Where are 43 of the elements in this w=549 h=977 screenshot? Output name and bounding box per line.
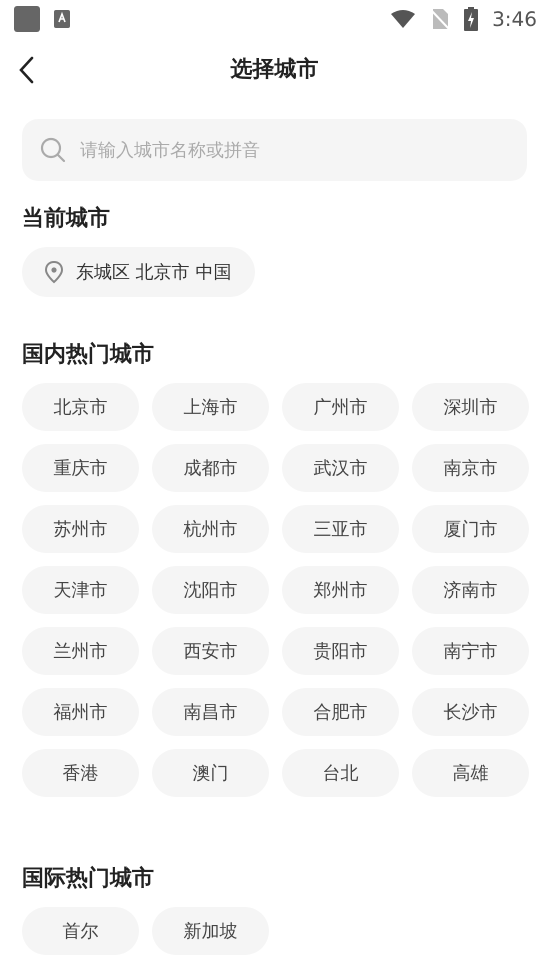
- city-chip[interactable]: 西安市: [152, 627, 269, 675]
- location-pin-icon: [44, 260, 64, 284]
- city-chip[interactable]: 济南市: [412, 566, 529, 614]
- search-field[interactable]: 请输入城市名称或拼音: [22, 119, 527, 181]
- city-chip[interactable]: 杭州市: [152, 505, 269, 553]
- city-chip[interactable]: 天津市: [22, 566, 139, 614]
- city-chip[interactable]: 南京市: [412, 444, 529, 492]
- city-chip[interactable]: 深圳市: [412, 383, 529, 431]
- section-heading: 当前城市: [21, 204, 111, 233]
- current-location-chip[interactable]: 东城区 北京市 中国: [22, 247, 256, 297]
- city-chip[interactable]: 苏州市: [22, 505, 139, 553]
- keyboard-icon: [54, 10, 70, 28]
- battery-charging-icon: [464, 7, 478, 31]
- city-chip[interactable]: 郑州市: [282, 566, 399, 614]
- city-chip[interactable]: 新加坡: [152, 907, 269, 955]
- city-chip[interactable]: 重庆市: [22, 444, 139, 492]
- city-chip[interactable]: 成都市: [152, 444, 269, 492]
- section-heading: 国际热门城市: [21, 864, 155, 893]
- city-chip[interactable]: 武汉市: [282, 444, 399, 492]
- page-title: 选择城市: [230, 56, 318, 84]
- city-chip[interactable]: 三亚市: [282, 505, 399, 553]
- city-chip[interactable]: 长沙市: [412, 688, 529, 736]
- city-chip[interactable]: 澳门: [152, 749, 269, 797]
- city-chip[interactable]: 贵阳市: [282, 627, 399, 675]
- city-chip[interactable]: 南宁市: [412, 627, 529, 675]
- wifi-icon: [390, 9, 416, 29]
- city-chip[interactable]: 香港: [22, 749, 139, 797]
- no-sim-icon: [430, 8, 450, 30]
- city-chip[interactable]: 沈阳市: [152, 566, 269, 614]
- city-chip[interactable]: 北京市: [22, 383, 139, 431]
- city-chip[interactable]: 广州市: [282, 383, 399, 431]
- city-chip[interactable]: 台北: [282, 749, 399, 797]
- city-chip[interactable]: 合肥市: [282, 688, 399, 736]
- clock-time: 3:46: [492, 7, 537, 31]
- city-chip[interactable]: 南昌市: [152, 688, 269, 736]
- search-icon: [40, 137, 66, 163]
- city-chip[interactable]: 首尔: [22, 907, 139, 955]
- city-chip[interactable]: 高雄: [412, 749, 529, 797]
- city-chip[interactable]: 福州市: [22, 688, 139, 736]
- city-chip[interactable]: 兰州市: [22, 627, 139, 675]
- section-heading: 国内热门城市: [21, 340, 155, 369]
- city-chip[interactable]: 厦门市: [412, 505, 529, 553]
- city-chip[interactable]: 上海市: [152, 383, 269, 431]
